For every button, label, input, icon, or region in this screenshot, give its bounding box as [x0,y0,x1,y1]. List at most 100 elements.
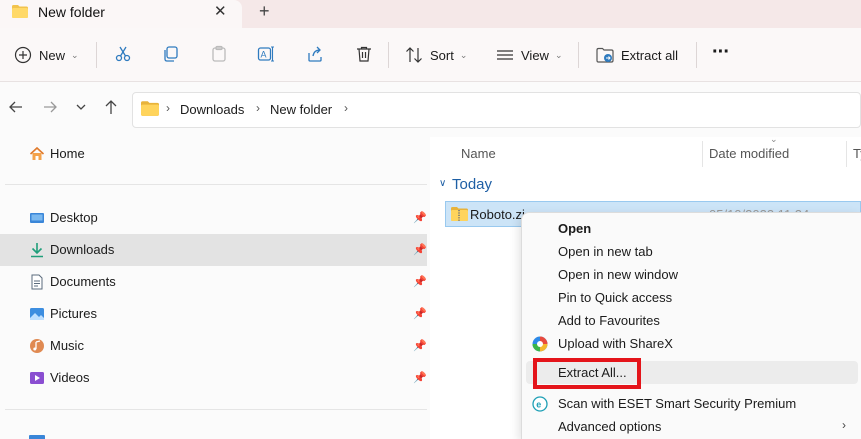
chevron-down-icon: ⌄ [71,49,79,60]
extract-icon [596,47,614,63]
sidebar-item-videos[interactable]: Videos 📌 [0,362,427,394]
recent-locations-chevron-icon[interactable] [74,99,88,115]
file-name: Roboto.zi [470,207,525,222]
forward-arrow-icon[interactable] [42,99,58,115]
tab-new-folder[interactable]: New folder ✕ [0,0,242,28]
breadcrumb-new-folder[interactable]: New folder [270,102,332,117]
command-bar: New ⌄ A Sort ⌄ View ⌄ Extract all ··· [0,28,861,82]
breadcrumb-downloads[interactable]: Downloads [180,102,244,117]
menu-item-label: Scan with ESET Smart Security Premium [558,396,797,411]
pin-icon[interactable]: 📌 [413,211,427,224]
pin-icon[interactable]: 📌 [413,371,427,384]
chevron-right-icon: › [344,101,348,115]
annotation-highlight [533,358,641,389]
menu-item-label: Open in new window [558,267,678,282]
divider [578,42,579,68]
sidebar-item-documents[interactable]: Documents 📌 [0,266,427,298]
sidebar-item-home[interactable]: Home [0,138,427,170]
chevron-down-icon: ⌄ [459,49,468,60]
divider [5,409,427,410]
menu-item-label: Pin to Quick access [558,290,673,305]
menu-item-advanced-options[interactable]: Advanced options › [522,415,861,438]
chevron-down-icon[interactable]: ∨ [439,178,446,189]
sidebar-item-label: Downloads [50,242,115,257]
folder-icon [12,5,28,18]
videos-icon [30,372,44,384]
rename-icon[interactable]: A [257,45,275,63]
sort-caret-icon: ⌄ [770,134,778,144]
up-arrow-icon[interactable] [103,99,119,115]
menu-item-pin-to-quick-access[interactable]: Pin to Quick access [522,286,861,309]
sidebar-item-desktop[interactable]: Desktop 📌 [0,202,427,234]
tab-title: New folder [38,4,105,20]
sort-button[interactable]: Sort ⌄ [405,47,467,63]
delete-icon[interactable] [355,45,373,63]
breadcrumb[interactable]: › Downloads › New folder › [132,92,861,128]
menu-item-open-in-new-window[interactable]: Open in new window [522,263,861,286]
pin-icon[interactable]: 📌 [413,243,427,256]
desktop-icon [30,213,44,223]
folder-icon [141,101,159,116]
extract-all-button[interactable]: Extract all [596,46,678,64]
menu-item-add-to-favourites[interactable]: Add to Favourites [522,309,861,332]
svg-text:A: A [261,50,267,60]
music-icon [30,339,44,353]
menu-item-label: Add to Favourites [558,313,660,328]
sidebar-item-label: Desktop [50,210,98,225]
pin-icon[interactable]: 📌 [413,339,427,352]
back-arrow-icon[interactable] [8,99,24,115]
sidebar-item-label: Music [50,338,84,353]
address-bar: › Downloads › New folder › [0,82,861,137]
group-header-today[interactable]: Today [452,176,492,193]
chevron-right-icon: › [166,101,170,115]
zip-folder-icon [451,207,468,221]
new-tab-button[interactable]: + [259,1,270,22]
eset-icon: e [532,396,548,412]
this-pc-icon[interactable] [29,435,45,439]
sidebar-item-music[interactable]: Music 📌 [0,330,427,362]
chevron-right-icon: › [256,101,260,115]
menu-item-open-in-new-tab[interactable]: Open in new tab [522,240,861,263]
sidebar-item-label: Pictures [50,306,97,321]
share-icon[interactable] [306,45,324,63]
column-header-type[interactable]: Ty [853,146,861,161]
view-label: View [521,47,549,63]
menu-item-upload-with-sharex[interactable]: Upload with ShareX [522,332,861,355]
more-icon[interactable]: ··· [712,41,730,64]
pin-icon[interactable]: 📌 [413,275,427,288]
paste-icon[interactable] [210,45,228,63]
sharex-icon [532,336,548,352]
download-icon [31,243,43,258]
copy-icon[interactable] [162,45,180,63]
documents-icon [31,274,43,290]
menu-item-scan-with-eset[interactable]: e Scan with ESET Smart Security Premium [522,392,861,415]
navigation-pane: Home Desktop 📌 Downloads 📌 Documents 📌 P… [0,137,430,439]
extract-all-label: Extract all [621,47,679,63]
view-button[interactable]: View ⌄ [496,47,563,63]
pin-icon[interactable]: 📌 [413,307,427,320]
sidebar-item-pictures[interactable]: Pictures 📌 [0,298,427,330]
pictures-icon [30,308,44,320]
svg-text:e: e [536,399,541,409]
home-icon [29,146,45,160]
sidebar-item-downloads[interactable]: Downloads 📌 [0,234,427,266]
column-header-date-modified[interactable]: Date modified [709,146,789,161]
sidebar-item-label: Home [50,146,85,161]
divider [5,184,427,185]
column-divider[interactable] [702,141,703,167]
new-button[interactable]: New ⌄ [14,46,79,64]
divider [388,42,389,68]
menu-item-open[interactable]: Open [522,217,861,240]
chevron-down-icon: ⌄ [554,49,563,60]
menu-item-label: Open [558,221,592,236]
cut-icon[interactable] [114,45,132,63]
menu-item-label: Upload with ShareX [558,336,673,351]
sidebar-item-label: Documents [50,274,116,289]
divider [696,42,697,68]
chevron-right-icon: › [842,418,846,432]
column-header-name[interactable]: Name [461,146,496,161]
close-tab-icon[interactable]: ✕ [214,2,227,20]
plus-icon [14,46,32,64]
column-divider[interactable] [846,141,847,167]
sidebar-item-label: Videos [50,370,90,385]
